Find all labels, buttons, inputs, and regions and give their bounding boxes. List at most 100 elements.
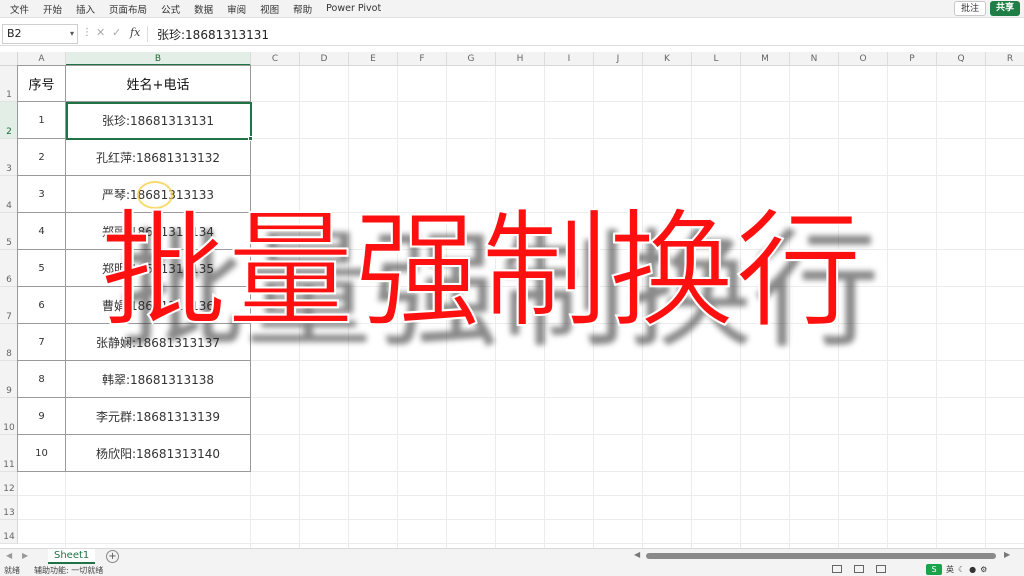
name-phone-cell[interactable]: 孔红萍:18681313132 [66, 139, 251, 176]
ribbon-tab[interactable]: 文件 [10, 2, 29, 16]
column-header-i[interactable]: I [545, 52, 594, 66]
column-header-a[interactable]: A [18, 52, 66, 66]
chevron-down-icon[interactable]: ▾ [70, 25, 74, 43]
ribbon-tab[interactable]: 插入 [76, 2, 95, 16]
row-header-14[interactable]: 14 [0, 520, 18, 544]
normal-view-icon[interactable] [832, 565, 842, 573]
name-phone-cell[interactable]: 张珍:18681313131 [66, 102, 251, 139]
index-cell[interactable]: 8 [18, 361, 66, 398]
gridline [18, 543, 1024, 544]
row-header-9[interactable]: 9 [0, 361, 18, 398]
horizontal-scrollbar[interactable] [646, 553, 996, 559]
prev-sheet-icon[interactable]: ◀ [6, 551, 12, 560]
scroll-left-icon[interactable]: ◀ [634, 550, 640, 559]
cancel-entry-icon[interactable]: ✕ [96, 26, 105, 39]
comment-button[interactable]: 批注 [953, 1, 986, 16]
sheet-tab-sheet1[interactable]: Sheet1 [48, 549, 96, 564]
row-header-label: 3 [6, 164, 12, 174]
index-cell[interactable]: 10 [18, 435, 66, 472]
column-header-n[interactable]: N [790, 52, 839, 66]
ime-language[interactable]: 英 [946, 564, 954, 575]
ribbon-tab[interactable]: 数据 [194, 2, 213, 16]
worksheet-grid[interactable]: ABCDEFGHIJKLMNOPQR 1 2 3 4 5 6 7 8 9 10 11 12 13 14 序… [0, 52, 1024, 548]
column-header-l[interactable]: L [692, 52, 741, 66]
name-box[interactable]: B2 ▾ [2, 24, 78, 44]
index-cell[interactable]: 3 [18, 176, 66, 213]
column-header-k[interactable]: K [643, 52, 692, 66]
scroll-right-icon[interactable]: ▶ [1004, 550, 1010, 559]
fill-handle[interactable] [248, 136, 253, 141]
add-sheet-button[interactable]: + [106, 550, 119, 563]
name-phone-cell[interactable]: 张静娴:18681313137 [66, 324, 251, 361]
column-header-e[interactable]: E [349, 52, 398, 66]
row-header-12[interactable]: 12 [0, 472, 18, 496]
header-cell-name-phone[interactable]: 姓名+电话 [66, 66, 251, 102]
column-header-f[interactable]: F [398, 52, 447, 66]
row-header-label: 11 [3, 460, 15, 470]
settings-icon[interactable]: ⚙ [980, 565, 987, 574]
index-cell[interactable]: 9 [18, 398, 66, 435]
formula-bar: B2 ▾ ⋮ ✕ ✓ fx 张珍:18681313131 [0, 22, 1024, 46]
index-cell[interactable]: 1 [18, 102, 66, 139]
name-phone-cell[interactable]: 曹娟:18681313136 [66, 287, 251, 324]
column-header-q[interactable]: Q [937, 52, 986, 66]
name-phone-cell[interactable]: 郑丽:18681313134 [66, 213, 251, 250]
more-options-icon[interactable]: ⋮ [82, 27, 92, 38]
row-header-2[interactable]: 2 [0, 102, 18, 139]
index-cell[interactable]: 5 [18, 250, 66, 287]
ribbon-tab[interactable]: 视图 [260, 2, 279, 16]
index-cell[interactable]: 7 [18, 324, 66, 361]
ribbon-tab[interactable]: Power Pivot [326, 3, 381, 14]
column-header-r[interactable]: R [986, 52, 1024, 66]
row-header-label: 1 [6, 90, 12, 100]
column-header-d[interactable]: D [300, 52, 349, 66]
row-header-11[interactable]: 11 [0, 435, 18, 472]
ribbon-tabs: 文件 开始 插入 页面布局 公式 数据 审阅 视图 帮助 Power Pivot [0, 2, 395, 16]
next-sheet-icon[interactable]: ▶ [22, 551, 28, 560]
name-phone-cell[interactable]: 李元群:18681313139 [66, 398, 251, 435]
row-header-7[interactable]: 7 [0, 287, 18, 324]
column-header-h[interactable]: H [496, 52, 545, 66]
row-header-3[interactable]: 3 [0, 139, 18, 176]
row-header-6[interactable]: 6 [0, 250, 18, 287]
moon-icon[interactable]: ☾ [958, 565, 965, 574]
column-header-c[interactable]: C [251, 52, 300, 66]
row-header-label: 8 [6, 349, 12, 359]
column-header-o[interactable]: O [839, 52, 888, 66]
select-all-corner[interactable] [0, 52, 18, 66]
ribbon-tab[interactable]: 页面布局 [109, 2, 147, 16]
index-cell[interactable]: 4 [18, 213, 66, 250]
row-header-10[interactable]: 10 [0, 398, 18, 435]
column-header-m[interactable]: M [741, 52, 790, 66]
ribbon-tab[interactable]: 公式 [161, 2, 180, 16]
column-header-p[interactable]: P [888, 52, 937, 66]
ribbon-tab[interactable]: 帮助 [293, 2, 312, 16]
index-cell[interactable]: 6 [18, 287, 66, 324]
ribbon-tab[interactable]: 审阅 [227, 2, 246, 16]
name-phone-cell[interactable]: 韩翠:18681313138 [66, 361, 251, 398]
row-header-8[interactable]: 8 [0, 324, 18, 361]
name-phone-cell[interactable]: 严琴:18681313133 [66, 176, 251, 213]
status-bar: 就绪 辅助功能: 一切就绪 S 英 ☾ ● ⚙ [0, 564, 1024, 576]
ribbon-tab[interactable]: 开始 [43, 2, 62, 16]
confirm-entry-icon[interactable]: ✓ [112, 26, 121, 39]
page-layout-view-icon[interactable] [854, 565, 864, 573]
name-phone-cell[interactable]: 郑明:18681313135 [66, 250, 251, 287]
row-header-13[interactable]: 13 [0, 496, 18, 520]
row-header-5[interactable]: 5 [0, 213, 18, 250]
row-header-4[interactable]: 4 [0, 176, 18, 213]
page-break-view-icon[interactable] [876, 565, 886, 573]
insert-function-icon[interactable]: fx [130, 26, 140, 39]
share-button[interactable]: 共享 [989, 1, 1020, 16]
accessibility-status[interactable]: 辅助功能: 一切就绪 [34, 565, 103, 576]
index-cell[interactable]: 2 [18, 139, 66, 176]
microphone-icon[interactable]: ● [969, 565, 976, 574]
column-header-b[interactable]: B [66, 52, 251, 66]
column-header-g[interactable]: G [447, 52, 496, 66]
ime-logo-icon[interactable]: S [926, 564, 942, 575]
row-header-1[interactable]: 1 [0, 66, 18, 102]
formula-input[interactable]: 张珍:18681313131 [157, 26, 269, 43]
column-header-j[interactable]: J [594, 52, 643, 66]
name-phone-cell[interactable]: 杨欣阳:18681313140 [66, 435, 251, 472]
header-cell-index[interactable]: 序号 [18, 66, 66, 102]
